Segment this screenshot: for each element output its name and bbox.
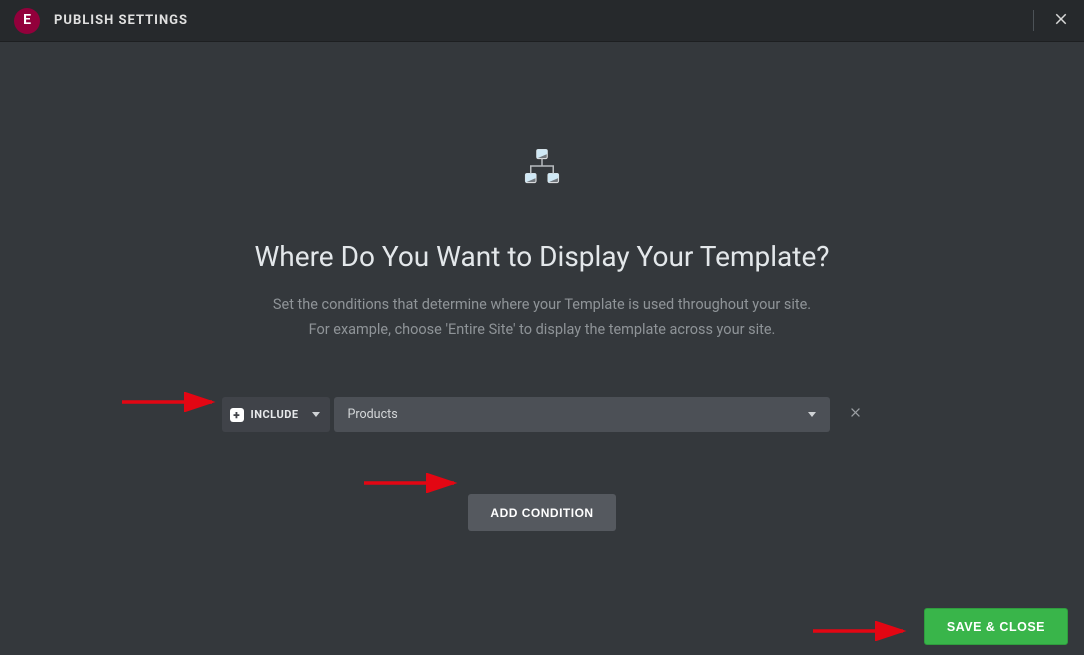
condition-target-select[interactable]: Products <box>334 397 830 432</box>
add-condition-button[interactable]: ADD CONDITION <box>468 494 615 531</box>
chevron-down-icon <box>808 412 816 417</box>
condition-target-label: Products <box>348 407 808 422</box>
condition-row: + INCLUDE Products <box>0 397 1084 432</box>
chevron-down-icon <box>312 412 320 417</box>
remove-condition-button[interactable] <box>848 405 863 424</box>
annotation-arrow <box>362 473 462 493</box>
sitemap-icon <box>0 142 1084 190</box>
annotation-arrow <box>811 621 911 641</box>
header-bar: E PUBLISH SETTINGS <box>0 0 1084 42</box>
close-button[interactable] <box>1052 0 1070 41</box>
header-divider <box>1033 10 1034 31</box>
close-icon <box>1052 10 1070 32</box>
add-condition-row: ADD CONDITION <box>0 494 1084 531</box>
plus-icon: + <box>230 408 244 422</box>
include-mode-label: INCLUDE <box>251 408 312 421</box>
content-area: Where Do You Want to Display Your Templa… <box>0 42 1084 655</box>
elementor-logo-letter: E <box>23 12 31 28</box>
save-close-button[interactable]: SAVE & CLOSE <box>924 608 1068 645</box>
header-title: PUBLISH SETTINGS <box>54 13 188 28</box>
include-mode-select[interactable]: + INCLUDE <box>222 397 330 432</box>
close-icon <box>848 405 863 424</box>
page-description: Set the conditions that determine where … <box>192 293 892 342</box>
page-heading: Where Do You Want to Display Your Templa… <box>0 240 1084 273</box>
elementor-logo: E <box>14 8 40 34</box>
